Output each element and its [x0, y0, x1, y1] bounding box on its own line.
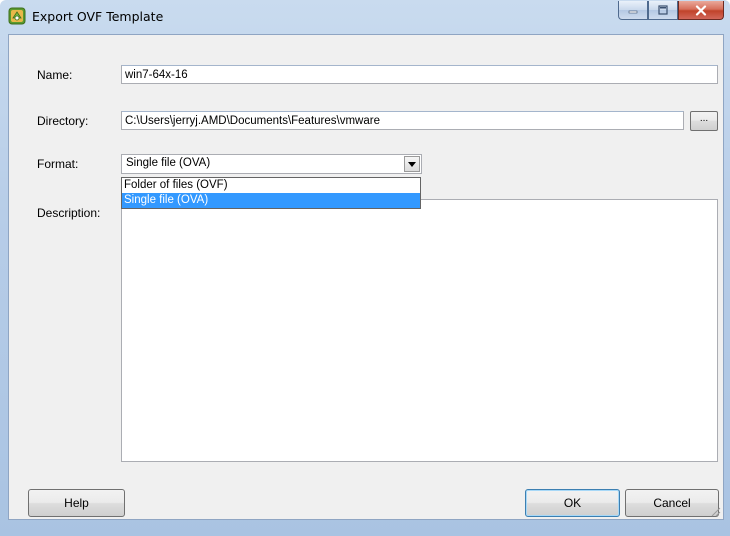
- dropdown-arrow-button[interactable]: [404, 156, 420, 172]
- caption-buttons: [618, 1, 724, 21]
- format-selected-value: Single file (OVA): [126, 157, 211, 169]
- resize-grip-icon[interactable]: [709, 505, 721, 517]
- browse-button[interactable]: ...: [690, 111, 718, 131]
- directory-input[interactable]: C:\Users\jerryj.AMD\Documents\Features\v…: [121, 111, 684, 130]
- ok-button[interactable]: OK: [525, 489, 620, 517]
- name-input[interactable]: win7-64x-16: [121, 65, 718, 84]
- minimize-icon: [628, 10, 638, 14]
- description-label: Description:: [37, 206, 101, 220]
- directory-label: Directory:: [37, 114, 89, 128]
- dropdown-option-ova[interactable]: Single file (OVA): [122, 193, 420, 208]
- title-bar[interactable]: Export OVF Template: [0, 0, 730, 34]
- chevron-down-icon: [408, 161, 416, 167]
- vsphere-client-icon: [8, 7, 26, 25]
- description-textarea[interactable]: [121, 199, 718, 462]
- format-label: Format:: [37, 157, 79, 171]
- format-select[interactable]: Single file (OVA): [121, 154, 422, 174]
- maximize-icon: [658, 5, 668, 15]
- cancel-button[interactable]: Cancel: [625, 489, 719, 517]
- window-title: Export OVF Template: [32, 9, 164, 24]
- close-icon: [695, 4, 707, 16]
- name-label: Name:: [37, 68, 73, 82]
- format-dropdown-list: Folder of files (OVF) Single file (OVA): [121, 177, 421, 209]
- close-button[interactable]: [678, 1, 724, 20]
- help-button[interactable]: Help: [28, 489, 125, 517]
- maximize-button[interactable]: [648, 1, 678, 20]
- dropdown-option-ovf[interactable]: Folder of files (OVF): [122, 178, 420, 193]
- minimize-button[interactable]: [618, 1, 648, 20]
- dialog-client-area: Name: win7-64x-16 Directory: C:\Users\je…: [8, 34, 724, 520]
- dialog-window: Export OVF Template Name: win7-64x-16 Di…: [0, 0, 730, 536]
